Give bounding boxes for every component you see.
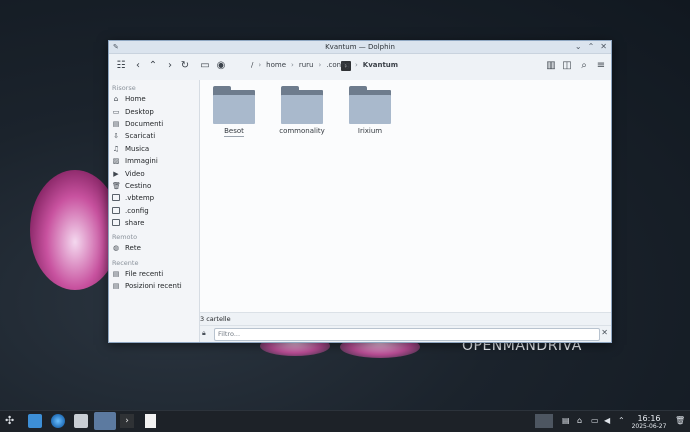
breadcrumb-ruru[interactable]: ruru bbox=[299, 61, 314, 69]
item-count: 3 cartelle bbox=[200, 315, 231, 323]
sidebar-item-rete[interactable]: ◍ Rete bbox=[109, 242, 199, 254]
folder-label: Irixium bbox=[357, 127, 383, 135]
search-icon[interactable]: ⌕ bbox=[578, 60, 590, 72]
home-icon: ⌂ bbox=[113, 95, 119, 104]
reload-icon[interactable]: ↻ bbox=[179, 60, 191, 72]
dolphin-task-icon[interactable] bbox=[94, 412, 116, 430]
clock-time: 16:16 bbox=[637, 414, 661, 423]
section-title: Remoto bbox=[112, 233, 138, 242]
close-button[interactable]: ✕ bbox=[600, 42, 607, 52]
sidebar-item-vbtemp[interactable]: .vbtemp bbox=[109, 192, 199, 204]
breadcrumb-separator: › bbox=[354, 61, 358, 69]
filter-input[interactable]: Filtro... bbox=[214, 328, 600, 341]
filter-bar: 🔒︎ Filtro... ✕ bbox=[200, 325, 611, 342]
terminal-task-icon[interactable]: › bbox=[120, 414, 134, 428]
browser-icon[interactable] bbox=[51, 414, 65, 428]
breadcrumb-home[interactable]: home bbox=[266, 61, 286, 69]
breadcrumb-root[interactable]: / bbox=[251, 61, 253, 69]
back-icon[interactable]: ‹ bbox=[132, 60, 144, 72]
hamburger-menu-icon[interactable]: ≡ bbox=[595, 60, 607, 72]
folder-icon bbox=[112, 206, 120, 215]
clipboard-icon[interactable]: ▤ bbox=[562, 416, 570, 426]
sidebar-item-share[interactable]: share bbox=[109, 217, 199, 229]
close-filter-icon[interactable]: ✕ bbox=[601, 328, 608, 337]
status-bar: 3 cartelle bbox=[200, 312, 611, 325]
sidebar-item-immagini[interactable]: ▨ Immagini bbox=[109, 155, 199, 167]
network-icon: ◍ bbox=[112, 244, 120, 253]
sidebar-item-cestino[interactable]: 🗑 Cestino bbox=[109, 180, 199, 192]
section-title: Risorse bbox=[112, 84, 136, 92]
preview-icon[interactable]: ◉ bbox=[215, 60, 227, 72]
tray-expand-icon[interactable]: ⌃ bbox=[618, 416, 625, 426]
wallpaper-flower bbox=[30, 170, 120, 290]
desktop-icon: ▭ bbox=[112, 107, 120, 116]
section-title: Recente bbox=[112, 258, 139, 267]
folder-label: Besot bbox=[224, 127, 244, 137]
folder-label: commonality bbox=[279, 127, 325, 135]
folder-icon bbox=[112, 194, 120, 202]
music-icon: ♫ bbox=[112, 144, 120, 153]
documents-icon: ▤ bbox=[112, 119, 120, 128]
sidebar-item-home[interactable]: ⌂ Home bbox=[109, 93, 199, 105]
file-view[interactable]: Besot commonality Irixium bbox=[200, 80, 611, 312]
sidebar-item-posizioni-recenti[interactable]: ▤ Posizioni recenti bbox=[109, 280, 199, 292]
clock[interactable]: 16:16 2025-06-27 bbox=[630, 414, 668, 431]
lock-icon[interactable]: 🔒︎ bbox=[202, 329, 206, 338]
info-panel-icon[interactable]: ◫ bbox=[561, 60, 573, 72]
sidebar-item-video[interactable]: ▶ Video bbox=[109, 167, 199, 179]
up-icon[interactable]: ⌃ bbox=[147, 60, 159, 72]
view-mode-icon[interactable]: ☷ bbox=[115, 60, 127, 72]
minimize-button[interactable]: ⌄ bbox=[575, 42, 582, 52]
taskbar: ✣ › ▤ ⌂ ▭ ◀ ⌃ 16:16 2025-06-27 🗑 bbox=[0, 410, 690, 432]
sidebar-item-scaricati[interactable]: ⇩ Scaricati bbox=[109, 130, 199, 142]
folder-item[interactable]: Irixium bbox=[340, 86, 400, 135]
file-manager-icon[interactable] bbox=[28, 414, 42, 428]
toolbar: ☷ ‹ ⌃ › ↻ ▭ ◉ › / › home › ruru › .confi… bbox=[109, 54, 611, 81]
app-launcher-icon[interactable]: ✣ bbox=[5, 414, 19, 428]
dolphin-window: ✎ Kvantum — Dolphin ⌄ ⌃ ✕ ☷ ‹ ⌃ › ↻ ▭ ◉ … bbox=[108, 40, 612, 343]
split-view-icon[interactable]: ▥ bbox=[545, 60, 557, 72]
forward-icon[interactable]: › bbox=[164, 60, 176, 72]
breadcrumb-config[interactable]: .config bbox=[326, 61, 350, 69]
recent-files-icon: ▤ bbox=[112, 269, 120, 278]
folder-icon bbox=[112, 219, 120, 227]
breadcrumb-separator: › bbox=[258, 61, 262, 69]
downloads-icon: ⇩ bbox=[113, 132, 119, 141]
folder-item[interactable]: commonality bbox=[272, 86, 332, 135]
sidebar-item-desktop[interactable]: ▭ Desktop bbox=[109, 105, 199, 117]
volume-icon[interactable]: ◀ bbox=[604, 416, 610, 426]
trash-icon: 🗑 bbox=[112, 181, 121, 190]
virtual-desktop-icon[interactable] bbox=[535, 414, 553, 428]
folder-icon bbox=[213, 86, 255, 124]
sidebar-item-file-recenti[interactable]: ▤ File recenti bbox=[109, 268, 199, 280]
folder-icon bbox=[349, 86, 391, 124]
video-icon: ▶ bbox=[113, 169, 119, 178]
sidebar-item-documenti[interactable]: ▤ Documenti bbox=[109, 118, 199, 130]
devices-icon[interactable]: ⌂ bbox=[577, 416, 582, 426]
places-sidebar: Risorse ⌂ Home ▭ Desktop ▤ Documenti ⇩ Scari… bbox=[109, 80, 200, 342]
breadcrumb-current[interactable]: Kvantum bbox=[363, 61, 398, 69]
sidebar-item-musica[interactable]: ♫ Musica bbox=[109, 143, 199, 155]
breadcrumb: / › home › ruru › .config › Kvantum bbox=[251, 61, 398, 69]
sidebar-item-config[interactable]: .config bbox=[109, 205, 199, 217]
breadcrumb-separator: › bbox=[318, 61, 322, 69]
pictures-icon: ▨ bbox=[112, 157, 120, 166]
window-title: Kvantum — Dolphin bbox=[325, 43, 395, 51]
clock-date: 2025-06-27 bbox=[631, 423, 667, 430]
maximize-button[interactable]: ⌃ bbox=[588, 42, 595, 52]
display-icon[interactable]: ▭ bbox=[591, 416, 599, 426]
system-tool-icon[interactable] bbox=[74, 414, 88, 428]
new-folder-icon[interactable]: ▭ bbox=[199, 60, 211, 72]
recent-locations-icon: ▤ bbox=[112, 282, 120, 291]
breadcrumb-separator: › bbox=[291, 61, 294, 69]
trash-icon[interactable]: 🗑 bbox=[675, 416, 685, 426]
titlebar: ✎ Kvantum — Dolphin ⌄ ⌃ ✕ bbox=[109, 41, 611, 54]
folder-item[interactable]: Besot bbox=[204, 86, 264, 137]
folder-icon bbox=[281, 86, 323, 124]
document-task-icon[interactable] bbox=[145, 414, 156, 428]
